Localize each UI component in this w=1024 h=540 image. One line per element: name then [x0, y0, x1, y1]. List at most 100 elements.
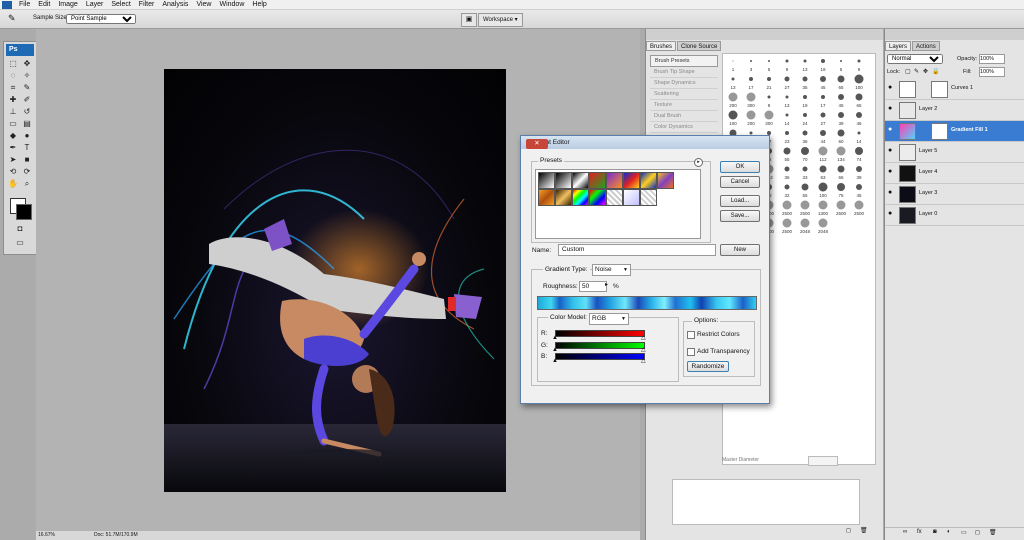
red-min-handle[interactable]: ▲ [552, 335, 558, 341]
brush-preset[interactable]: 35 [797, 74, 813, 90]
brush-preset[interactable]: 2500 [851, 200, 867, 216]
brush-option-dual-brush[interactable]: Dual Brush [650, 111, 718, 122]
lock-position-icon[interactable]: ✥ [923, 68, 928, 75]
visibility-eye-icon[interactable]: ● [888, 126, 895, 133]
eyedropper-tool-icon[interactable]: ✎ [21, 83, 33, 93]
roughness-dropdown-icon[interactable]: ▸ [605, 281, 608, 288]
brush-preset[interactable]: 2048 [815, 218, 831, 234]
brush-option-presets[interactable]: Brush Presets [650, 55, 718, 67]
blue-range-slider[interactable] [555, 353, 645, 360]
3d-orbit-icon[interactable]: ⟳ [21, 167, 33, 177]
visibility-eye-icon[interactable]: ● [888, 210, 895, 217]
brush-preset[interactable]: 200 [725, 92, 741, 108]
layer-row[interactable]: ● Layer 2 [885, 100, 1024, 121]
preset-swatch[interactable] [640, 189, 657, 206]
red-max-handle[interactable]: △ [641, 335, 646, 341]
delete-brush-icon[interactable]: 🗑 [860, 527, 868, 534]
brush-preset[interactable]: 19 [815, 56, 831, 72]
tab-layers[interactable]: Layers [885, 41, 912, 51]
visibility-eye-icon[interactable]: ● [888, 168, 895, 175]
add-mask-icon[interactable]: ◙ [933, 529, 937, 535]
randomize-button[interactable]: Randomize [687, 361, 729, 372]
brush-preset[interactable]: 17 [815, 92, 831, 108]
dialog-title-bar[interactable]: Gradient Editor ✕ [521, 136, 769, 149]
delete-layer-icon[interactable]: 🗑 [989, 529, 997, 536]
preset-swatch[interactable] [538, 172, 555, 189]
gradient-tool-icon[interactable]: ▤ [21, 119, 33, 129]
lock-transparent-icon[interactable]: ▢ [905, 68, 911, 75]
brush-preset[interactable]: 9 [761, 92, 777, 108]
stamp-tool-icon[interactable]: ⊥ [7, 107, 19, 117]
brush-option-texture[interactable]: Texture [650, 100, 718, 111]
crop-tool-icon[interactable]: ⌗ [7, 83, 19, 93]
tab-brushes[interactable]: Brushes [646, 41, 677, 51]
brush-option-tip-shape[interactable]: Brush Tip Shape [650, 67, 718, 78]
brush-preset[interactable]: 55 [779, 146, 795, 162]
preset-swatch[interactable] [623, 189, 640, 206]
brush-preset[interactable]: 5 [833, 56, 849, 72]
ok-button[interactable]: OK [720, 161, 760, 173]
brush-preset[interactable]: 112 [815, 146, 831, 162]
brush-preset[interactable]: 60 [833, 128, 849, 144]
brush-preset[interactable]: 45 [833, 92, 849, 108]
preset-swatch[interactable] [572, 189, 589, 206]
roughness-input[interactable]: 50 [579, 281, 607, 292]
quick-mask-icon[interactable]: ◘ [14, 224, 26, 234]
menu-file[interactable]: File [15, 0, 34, 9]
brush-preset[interactable]: 200 [743, 110, 759, 126]
brush-preset[interactable]: 2500 [797, 200, 813, 216]
opacity-field[interactable]: 100% [979, 54, 1005, 64]
visibility-eye-icon[interactable]: ● [888, 147, 895, 154]
brush-preset[interactable]: 24 [797, 110, 813, 126]
name-input[interactable]: Custom [558, 244, 716, 256]
3d-rotate-icon[interactable]: ⟲ [7, 167, 19, 177]
brush-preset[interactable]: 63 [815, 164, 831, 180]
shape-tool-icon[interactable]: ■ [21, 155, 33, 165]
fill-field[interactable]: 100% [979, 67, 1005, 77]
brush-preset[interactable]: 1300 [815, 200, 831, 216]
preset-swatch[interactable] [555, 189, 572, 206]
brush-preset[interactable]: 100 [815, 182, 831, 198]
brush-preset[interactable]: 100 [725, 110, 741, 126]
brush-preset[interactable]: 14 [851, 128, 867, 144]
type-tool-icon[interactable]: T [21, 143, 33, 153]
brush-preset[interactable]: 9 [851, 56, 867, 72]
brush-preset[interactable]: 13 [725, 74, 741, 90]
sample-size-select[interactable]: Point Sample [66, 14, 136, 24]
history-brush-icon[interactable]: ↺ [21, 107, 33, 117]
brush-preset[interactable]: 134 [833, 146, 849, 162]
menu-help[interactable]: Help [248, 0, 270, 9]
blur-tool-icon[interactable]: ◆ [7, 131, 19, 141]
layer-row-selected[interactable]: ● Gradient Fill 1 [885, 121, 1024, 142]
path-selection-icon[interactable]: ➤ [7, 155, 19, 165]
menu-edit[interactable]: Edit [34, 0, 54, 9]
brush-preset[interactable]: 32 [779, 182, 795, 198]
red-range-slider[interactable] [555, 330, 645, 337]
tab-actions[interactable]: Actions [912, 41, 940, 51]
brush-preset[interactable]: 46 [851, 110, 867, 126]
brush-preset[interactable]: 75 [833, 182, 849, 198]
screen-mode-icon[interactable]: ▭ [14, 238, 26, 248]
pen-tool-icon[interactable]: ✒ [7, 143, 19, 153]
layer-row[interactable]: ● Layer 5 [885, 142, 1024, 163]
workspace-button[interactable]: Workspace ▾ [478, 13, 523, 27]
new-brush-icon[interactable]: ◻ [846, 527, 851, 534]
color-model-select[interactable]: RGB ▼ [589, 313, 629, 325]
brush-preset[interactable]: 13 [797, 56, 813, 72]
preset-swatch[interactable] [640, 172, 657, 189]
brush-preset[interactable]: 3 [743, 56, 759, 72]
gradient-preview-bar[interactable] [537, 296, 757, 310]
brush-preset[interactable]: 44 [815, 128, 831, 144]
master-diameter-slider[interactable] [808, 456, 838, 466]
brush-preset[interactable]: 27 [779, 74, 795, 90]
brush-preset[interactable]: 33 [797, 164, 813, 180]
menu-filter[interactable]: Filter [135, 0, 159, 9]
brush-preset[interactable]: 2500 [779, 218, 795, 234]
brush-preset[interactable]: 39 [851, 164, 867, 180]
menu-image[interactable]: Image [54, 0, 81, 9]
brush-preset[interactable]: 39 [833, 110, 849, 126]
brush-preset[interactable]: 300 [743, 92, 759, 108]
brush-preset[interactable]: 74 [851, 146, 867, 162]
preset-swatch[interactable] [589, 189, 606, 206]
brush-preset[interactable]: 55 [797, 182, 813, 198]
